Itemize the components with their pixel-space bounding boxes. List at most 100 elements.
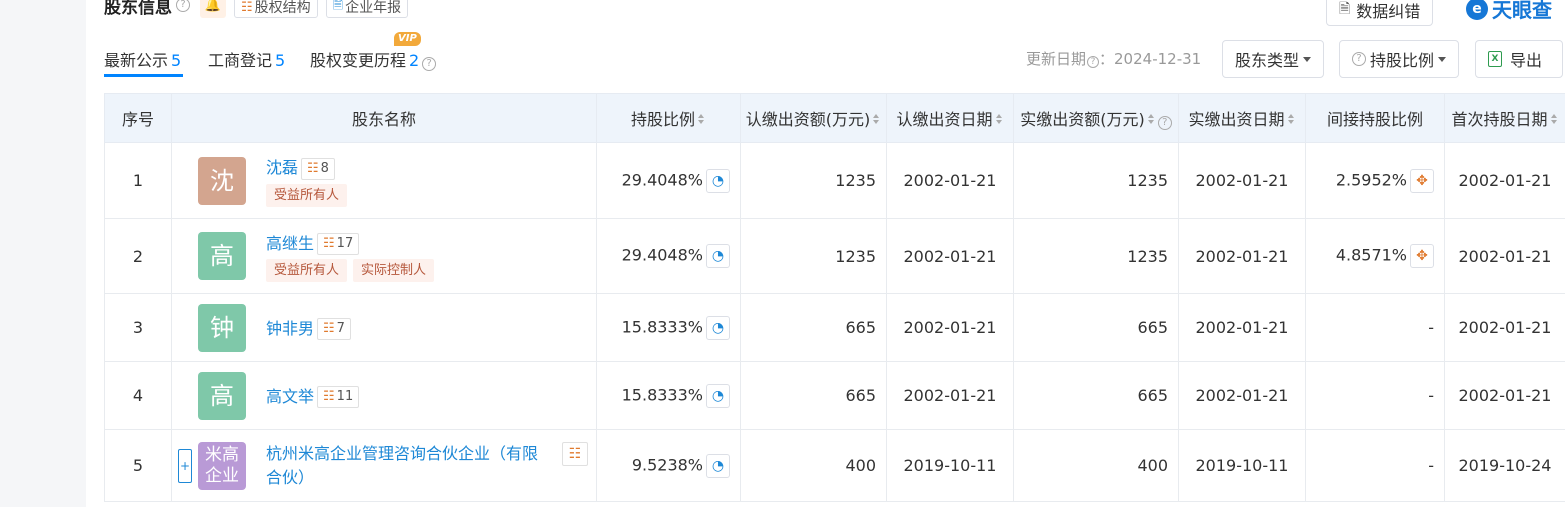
- holding-ratio-label: 持股比例: [1370, 51, 1435, 70]
- relation-count: 7: [336, 321, 345, 337]
- relation-count-badge[interactable]: ☷ 11: [317, 386, 360, 409]
- col-header-sub-amount[interactable]: 认缴出资额(万元): [740, 93, 887, 143]
- sort-icon[interactable]: [995, 113, 1004, 124]
- indirect-ratio: 2.5952%: [1335, 170, 1407, 189]
- sub-date: 2002-01-21: [886, 293, 1014, 362]
- indirect-ratio: -: [1305, 293, 1445, 362]
- sub-amount: 1235: [740, 142, 887, 219]
- paid-date: 2002-01-21: [1178, 293, 1306, 362]
- holding-ratio-cell: 15.8333% ◔: [596, 361, 741, 430]
- shareholder-name-link[interactable]: 高继生: [266, 234, 314, 253]
- penetrate-icon[interactable]: ✥: [1410, 244, 1434, 268]
- holding-ratio: 15.8333%: [621, 317, 703, 336]
- update-label: 更新日期: [1026, 50, 1087, 68]
- holding-ratio: 29.4048%: [621, 170, 703, 189]
- col-header-ratio[interactable]: 持股比例: [596, 93, 741, 143]
- sub-amount: 665: [740, 361, 887, 430]
- col-header-paid-date[interactable]: 实缴出资日期: [1178, 93, 1306, 143]
- caret-down-icon: [1438, 56, 1447, 62]
- export-button[interactable]: X 导出: [1475, 40, 1563, 78]
- paid-date: 2002-01-21: [1178, 361, 1306, 430]
- paid-amount: 665: [1013, 361, 1179, 430]
- sort-icon[interactable]: [698, 113, 706, 124]
- tab-registration[interactable]: 工商登记 5: [208, 47, 285, 71]
- export-label: 导出: [1510, 51, 1543, 70]
- tab-registration-count: 5: [275, 51, 286, 70]
- col-header-sub-amount-label: 认缴出资额(万元): [745, 110, 871, 129]
- caret-down-icon: [1303, 56, 1312, 62]
- sort-icon[interactable]: [1287, 113, 1296, 124]
- col-header-paid-amount[interactable]: 实缴出资额(万元)?: [1013, 93, 1179, 143]
- sort-icon[interactable]: [873, 113, 881, 124]
- relation-count-badge[interactable]: ☷ 8: [301, 157, 335, 180]
- update-date: 更新日期? ：2024-12-31: [1026, 48, 1201, 69]
- relation-count-badge[interactable]: ☷ 7: [317, 318, 351, 341]
- table-row: 1 沈 沈磊 ☷ 8 受益所有人 29.4048% ◔ 1235 2002-01-21…: [104, 142, 1565, 219]
- tab-latest[interactable]: 最新公示 5: [104, 47, 181, 71]
- sort-icon[interactable]: [1550, 113, 1559, 124]
- tab-equity-history-count: 2: [409, 51, 420, 70]
- sort-icon[interactable]: [1147, 113, 1156, 124]
- annual-report-button[interactable]: 🗎 企业年报: [325, 0, 409, 18]
- help-icon[interactable]: ?: [176, 0, 190, 12]
- equity-structure-button[interactable]: ☷ 股权结构: [234, 0, 318, 18]
- avatar-text: 米高企业: [205, 444, 239, 486]
- shareholder-name-link[interactable]: 钟非男: [266, 319, 314, 338]
- sub-date: 2019-10-11: [886, 429, 1014, 502]
- shareholder-type-dropdown[interactable]: 股东类型: [1222, 40, 1325, 78]
- paid-amount: 1235: [1013, 218, 1179, 294]
- col-header-first-date[interactable]: 首次持股日期: [1444, 93, 1565, 143]
- paid-date: 2002-01-21: [1178, 142, 1306, 219]
- help-icon[interactable]: ?: [422, 57, 437, 71]
- relation-count: 11: [336, 389, 354, 405]
- shareholder-name-link[interactable]: 高文举: [266, 387, 314, 406]
- holding-ratio: 15.8333%: [621, 385, 703, 404]
- help-icon[interactable]: ?: [1087, 56, 1100, 68]
- row-no: 3: [104, 293, 172, 362]
- data-correction-button[interactable]: 🗎 数据纠错: [1326, 0, 1434, 26]
- sub-amount: 665: [740, 293, 887, 362]
- avatar: 高: [198, 371, 246, 420]
- document-icon: 🗎: [332, 0, 344, 13]
- structure-icon: ☷: [241, 0, 253, 15]
- help-icon: ?: [1352, 52, 1366, 66]
- col-header-sub-date[interactable]: 认缴出资日期: [886, 93, 1014, 143]
- col-header-ratio-label: 持股比例: [630, 110, 695, 129]
- shareholder-name-link[interactable]: 沈磊: [266, 158, 298, 177]
- col-header-no: 序号: [104, 93, 172, 143]
- tab-equity-history[interactable]: 股权变更历程 2?: [310, 47, 437, 71]
- pie-chart-icon[interactable]: ◔: [706, 244, 730, 268]
- relation-count-badge[interactable]: ☷ 17: [317, 233, 360, 256]
- section-title: 股东信息: [104, 0, 172, 18]
- equity-structure-icon[interactable]: ☷: [562, 442, 588, 466]
- shareholder-name-cell: 高 高继生 ☷ 17 受益所有人 实际控制人: [171, 218, 597, 294]
- shareholder-name-link[interactable]: 杭州米高企业管理咨询合伙企业（有限 合伙）: [266, 442, 556, 490]
- holding-ratio-cell: 9.5238% ◔: [596, 429, 741, 502]
- penetrate-icon[interactable]: ✥: [1410, 168, 1434, 193]
- pie-chart-icon[interactable]: ◔: [706, 315, 730, 340]
- logo-mark-icon: e: [1466, 0, 1488, 20]
- indirect-ratio-cell: 2.5952% ✥: [1305, 142, 1445, 219]
- help-icon[interactable]: ?: [1157, 116, 1172, 130]
- holding-ratio-dropdown[interactable]: ? 持股比例: [1339, 40, 1460, 78]
- row-no: 5: [104, 429, 172, 502]
- annual-report-label: 企业年报: [345, 0, 402, 16]
- table-row: 4 高 高文举 ☷ 11 15.8333% ◔ 665 2002-01-21 665 …: [104, 361, 1565, 430]
- relation-icon: ☷: [307, 160, 319, 176]
- holding-ratio: 29.4048%: [621, 245, 703, 265]
- col-header-paid-amount-label: 实缴出资额(万元): [1020, 110, 1145, 129]
- relation-count: 17: [336, 236, 354, 252]
- indirect-ratio: -: [1305, 429, 1445, 502]
- pie-chart-icon[interactable]: ◔: [706, 383, 730, 408]
- shareholder-name-cell: 沈 沈磊 ☷ 8 受益所有人: [171, 142, 597, 219]
- tab-latest-count: 5: [171, 51, 182, 70]
- pie-chart-icon[interactable]: ◔: [706, 168, 730, 193]
- holding-ratio-cell: 29.4048% ◔: [596, 142, 741, 219]
- brand-logo[interactable]: e 天眼查: [1466, 0, 1552, 23]
- bell-icon[interactable]: 🔔: [200, 0, 226, 18]
- pie-chart-icon[interactable]: ◔: [706, 453, 730, 478]
- equity-structure-label: 股权结构: [254, 0, 311, 16]
- expand-icon[interactable]: +: [178, 448, 192, 483]
- col-header-first-date-label: 首次持股日期: [1451, 110, 1548, 129]
- row-no: 1: [104, 142, 172, 219]
